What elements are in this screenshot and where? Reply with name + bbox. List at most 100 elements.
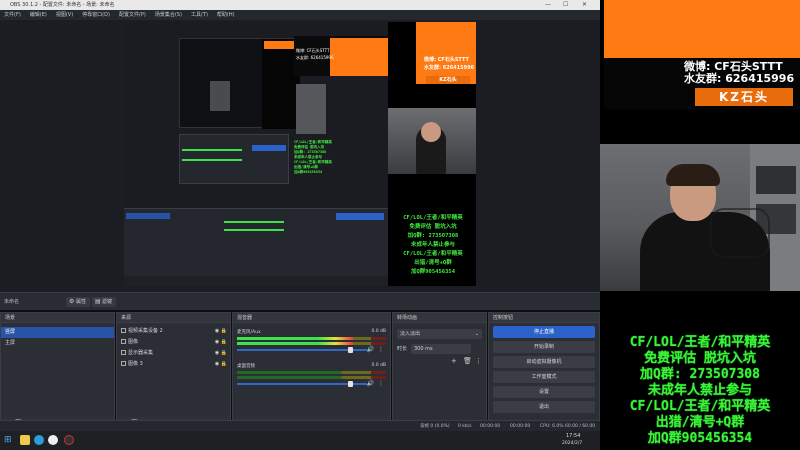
menu-help[interactable]: 帮助(H) — [217, 10, 235, 20]
volume-slider[interactable] — [237, 381, 367, 387]
menu-bar: 文件(F) 编辑(E) 视图(V) 停靠窗口(D) 配置文件(P) 场景集合(S… — [0, 10, 600, 20]
chair — [710, 208, 770, 258]
clock-time: 17:54 — [566, 433, 581, 439]
mixer-title: 混音器 — [233, 313, 390, 323]
virtual-camera-button[interactable]: 启动虚拟摄像机 — [493, 356, 595, 368]
mixer-track: 麦克风/Aux 0.0 dB 🔊 ⋮ — [233, 327, 390, 355]
transitions-dock: 转场动画 淡入淡出 ⌄ 时长 300 ms + 🗑 ⋮ — [392, 312, 487, 431]
menu-tools[interactable]: 工具(T) — [191, 10, 208, 20]
nested-camera — [296, 84, 326, 134]
status-bar: 丢帧 0 (0.0%) 0 kb/s 00:00:00 00:00:00 CPU… — [0, 420, 600, 440]
close-button[interactable]: ✕ — [582, 0, 587, 10]
source-item[interactable]: 图像 3 ◉ 🔒 — [117, 359, 230, 370]
controls-dock: 控制按钮 停止直播 开始录制 启动虚拟摄像机 工作室模式 设置 退出 — [488, 312, 600, 431]
browser-icon[interactable] — [34, 435, 44, 445]
source-item[interactable]: 图像 ◉ 🔒 — [117, 337, 230, 348]
menu-view[interactable]: 视图(V) — [56, 10, 73, 20]
preview-canvas[interactable]: 微博: CF石头STTT 水友群: 626415996 CF/LOL/王者/和平… — [124, 22, 476, 286]
menu-file[interactable]: 文件(F) — [4, 10, 21, 20]
maximize-button[interactable]: ☐ — [563, 0, 568, 10]
person-hair — [666, 164, 720, 186]
image-icon — [121, 339, 126, 344]
menu-docks[interactable]: 停靠窗口(D) — [82, 10, 110, 20]
meter-level — [237, 337, 354, 340]
title-bar: OBS 30.1.2 - 配置文件: 未命名 - 场景: 未命名 — ☐ ✕ — [0, 0, 600, 10]
source-label: 显示器采集 — [128, 350, 154, 356]
menu-edit[interactable]: 编辑(E) — [30, 10, 47, 20]
menu-scene-collection[interactable]: 场景集合(S) — [155, 10, 182, 20]
transition-menu-icon[interactable]: ⋮ — [475, 357, 482, 365]
track-settings-icon[interactable]: ⋮ — [378, 380, 384, 387]
promo-block: CF/LOL/王者/和平精英 免费评估 脱坑入坑 加Q群: 273507308 … — [600, 291, 800, 450]
source-item[interactable]: 显示器采集 ◉ 🔒 — [117, 348, 230, 359]
transitions-title: 转场动画 — [393, 313, 486, 323]
source-item[interactable]: 视频采集设备 2 ◉ 🔒 — [117, 326, 230, 337]
visibility-lock-icons[interactable]: ◉ 🔒 — [215, 348, 227, 359]
windows-start-icon[interactable]: ⊞ — [4, 435, 14, 445]
volume-meter — [237, 342, 386, 345]
visibility-lock-icons[interactable]: ◉ 🔒 — [215, 359, 227, 370]
filters-button[interactable]: ▤ 滤镜 — [92, 297, 117, 307]
current-scene-name: 未命名 — [4, 299, 20, 305]
duration-label: 时长 — [397, 346, 408, 352]
file-explorer-icon[interactable] — [20, 435, 30, 445]
volume-meter — [237, 376, 386, 379]
transition-select[interactable]: 淡入淡出 ⌄ — [397, 329, 482, 339]
track-db: 0.0 dB — [371, 363, 386, 368]
studio-mode-button[interactable]: 工作室模式 — [493, 371, 595, 383]
preview-area[interactable]: 微博: CF石头STTT 水友群: 626415996 CF/LOL/王者/和平… — [0, 20, 600, 292]
visibility-lock-icons[interactable]: ◉ 🔒 — [215, 326, 227, 337]
obs-icon[interactable] — [64, 435, 74, 445]
add-transition-icon[interactable]: + — [451, 357, 457, 365]
nested-promo: CF/LOL/王者/和平精英 免费评估 脱坑入坑 加Q群: 273507308 … — [294, 140, 332, 174]
scene-properties-bar: 未命名 ⚙ 属性 ▤ 滤镜 — [0, 292, 600, 310]
orange-banner — [604, 0, 800, 58]
properties-button[interactable]: ⚙ 属性 — [66, 297, 91, 307]
volume-knob[interactable] — [347, 347, 353, 353]
volume-meter — [237, 371, 386, 374]
settings-button[interactable]: 设置 — [493, 386, 595, 398]
nested-overlay-panel: 微博: CF石头STTT 水友群: 626415996 — [294, 36, 388, 76]
sources-dock: 来源 视频采集设备 2 ◉ 🔒 图像 ◉ 🔒 显示器采集 ◉ 🔒 图像 3 ◉ … — [116, 312, 231, 431]
volume-slider[interactable] — [237, 347, 367, 353]
track-settings-icon[interactable]: ⋮ — [378, 346, 384, 353]
nested-preview-frame — [179, 38, 300, 129]
filter-icon: ▤ — [95, 298, 101, 305]
brand-badge: KZ石头 — [695, 88, 793, 106]
stop-streaming-button[interactable]: 停止直播 — [493, 326, 595, 338]
scenes-title: 场景 — [1, 313, 114, 323]
nested-group-text: 水友群: 626415996 — [296, 55, 334, 60]
minimize-button[interactable]: — — [545, 0, 551, 10]
app-icon[interactable] — [48, 435, 58, 445]
filters-label: 滤镜 — [102, 299, 113, 305]
exit-button[interactable]: 退出 — [493, 401, 595, 413]
promo-line: 加Q群905456354 — [647, 431, 753, 446]
monitor-icon — [121, 350, 126, 355]
volume-meter — [237, 337, 386, 340]
image-icon — [121, 361, 126, 366]
fan-group-text: 水友群: 626415996 — [684, 72, 795, 85]
meter-level — [237, 342, 354, 345]
nested-vertical-overlay: 微博: CF石头STTT 水友群: 626415996 KZ石头 CF/LOL/… — [388, 22, 476, 286]
nested-obs-docks — [179, 134, 289, 184]
duration-input[interactable]: 300 ms — [411, 344, 471, 354]
speaker-icon[interactable]: 🔊 — [367, 346, 374, 353]
track-name: 桌面音频 — [237, 364, 255, 369]
gear-icon: ⚙ — [69, 298, 75, 305]
volume-knob[interactable] — [347, 381, 353, 387]
window-title: OBS 30.1.2 - 配置文件: 未命名 - 场景: 未命名 — [10, 2, 115, 8]
scene-item[interactable]: 竖屏 — [1, 327, 114, 338]
nested-weibo-right: 微博: CF石头STTT — [424, 57, 469, 63]
visibility-lock-icons[interactable]: ◉ 🔒 — [215, 337, 227, 348]
source-label: 图像 — [128, 339, 139, 345]
menu-profile[interactable]: 配置文件(P) — [119, 10, 146, 20]
controls-title: 控制按钮 — [489, 313, 599, 323]
transition-type: 淡入淡出 — [400, 331, 421, 337]
nested-camera-right — [388, 108, 476, 174]
camera-icon — [121, 328, 126, 333]
speaker-icon[interactable]: 🔊 — [367, 380, 374, 387]
remove-transition-icon[interactable]: 🗑 — [463, 357, 472, 365]
scene-item[interactable]: 主屏 — [1, 338, 114, 349]
start-recording-button[interactable]: 开始录制 — [493, 341, 595, 353]
taskbar: ⊞ 17:54 2024/2/7 — [0, 431, 600, 450]
